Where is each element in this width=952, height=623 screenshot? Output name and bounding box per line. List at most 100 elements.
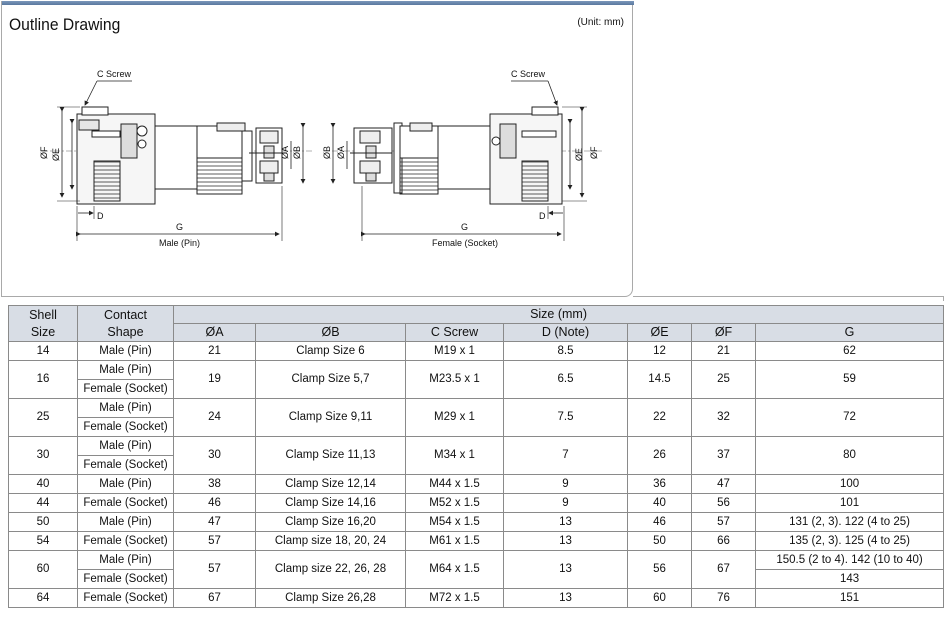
table-row: 30 Male (Pin) 30 Clamp Size 11,13 M34 x 1 7 26…	[8, 436, 945, 475]
table-row: 25 Male (Pin) 24 Clamp Size 9,11 M29 x 1 7.5 2…	[8, 398, 945, 437]
size-f-cell: 56	[691, 493, 756, 513]
header-shell-size: Shell Size	[8, 305, 78, 342]
male-phi-e-label: ØE	[51, 148, 61, 161]
size-b-cell: Clamp Size 9,11	[255, 398, 406, 437]
header-phi-e: ØE	[627, 323, 692, 342]
size-d-cell: 13	[503, 531, 628, 551]
male-g-label: G	[176, 222, 183, 232]
size-d-cell: 8.5	[503, 341, 628, 361]
size-g-cell: 100	[754, 474, 945, 494]
table-row: 64 Female (Socket) 67 Clamp Size 26,28 M72 x…	[8, 588, 945, 608]
size-e-cell: 40	[627, 493, 692, 513]
header-phi-b: ØB	[255, 323, 406, 342]
table-header: Shell Size Contact Shape Size (mm) ØA ØB C…	[8, 305, 945, 342]
shell-size-cell: 14	[8, 341, 78, 361]
size-c-cell: M29 x 1	[405, 398, 504, 437]
size-e-cell: 50	[627, 531, 692, 551]
header-phi-f: ØF	[691, 323, 756, 342]
female-caption: Female (Socket)	[432, 238, 498, 248]
size-c-cell: M23.5 x 1	[405, 360, 504, 399]
size-a-cell: 47	[173, 512, 256, 532]
shell-size-cell: 60	[8, 550, 78, 589]
size-b-cell: Clamp Size 16,20	[255, 512, 406, 532]
contact-shape-cell: Female (Socket)	[77, 417, 174, 437]
size-f-cell: 47	[691, 474, 756, 494]
header-phi-a: ØA	[173, 323, 256, 342]
size-g-cell: 62	[754, 341, 945, 361]
male-connector-figure	[42, 106, 312, 205]
contact-shape-cell: Female (Socket)	[77, 455, 174, 475]
table-row: 60 Male (Pin) 57 Clamp size 22, 26, 28 M64 x…	[8, 550, 945, 589]
female-phi-e-label: ØE	[574, 148, 584, 161]
size-b-cell: Clamp Size 14,16	[255, 493, 406, 513]
size-f-cell: 21	[691, 341, 756, 361]
shell-size-cell: 16	[8, 360, 78, 399]
size-f-cell: 76	[691, 588, 756, 608]
section-divider-edge	[943, 296, 944, 301]
size-e-cell: 36	[627, 474, 692, 494]
size-a-cell: 21	[173, 341, 256, 361]
size-c-cell: M54 x 1.5	[405, 512, 504, 532]
size-e-cell: 46	[627, 512, 692, 532]
male-phi-a-label: ØA	[280, 146, 290, 159]
size-c-cell: M61 x 1.5	[405, 531, 504, 551]
table-row: 14 Male (Pin) 21 Clamp Size 6 M19 x 1 8.5 12 21…	[8, 341, 945, 361]
contact-shape-cell: Male (Pin)	[77, 550, 174, 570]
size-a-cell: 30	[173, 436, 256, 475]
size-a-cell: 19	[173, 360, 256, 399]
shell-size-cell: 50	[8, 512, 78, 532]
shell-size-cell: 54	[8, 531, 78, 551]
size-a-cell: 67	[173, 588, 256, 608]
size-f-cell: 25	[691, 360, 756, 399]
size-c-cell: M34 x 1	[405, 436, 504, 475]
size-d-cell: 7	[503, 436, 628, 475]
size-c-cell: M52 x 1.5	[405, 493, 504, 513]
size-f-cell: 37	[691, 436, 756, 475]
outline-drawing-panel: Outline Drawing (Unit: mm) C Screw ØF ØE…	[1, 1, 634, 297]
size-e-cell: 12	[627, 341, 692, 361]
shell-size-cell: 44	[8, 493, 78, 513]
size-b-cell: Clamp size 22, 26, 28	[255, 550, 406, 589]
size-c-cell: M44 x 1.5	[405, 474, 504, 494]
table-row: 44 Female (Socket) 46 Clamp Size 14,16 M52 x…	[8, 493, 945, 513]
size-g-cell: 135 (2, 3). 125 (4 to 25)	[754, 531, 945, 551]
size-f-cell: 67	[691, 550, 756, 589]
male-d-label: D	[97, 211, 104, 221]
header-size-group: Size (mm)	[172, 305, 945, 324]
size-d-cell: 6.5	[503, 360, 628, 399]
size-b-cell: Clamp Size 11,13	[255, 436, 406, 475]
size-f-cell: 32	[691, 398, 756, 437]
female-phi-b-label: ØB	[322, 146, 332, 159]
table-row: 54 Female (Socket) 57 Clamp size 18, 20, 24…	[8, 531, 945, 551]
male-phi-f-label: ØF	[39, 146, 49, 159]
contact-shape-cell: Male (Pin)	[77, 398, 174, 418]
female-connector-figure	[332, 106, 602, 205]
contact-shape-cell: Male (Pin)	[77, 474, 174, 494]
contact-shape-cell: Male (Pin)	[77, 436, 174, 456]
size-b-cell: Clamp Size 6	[255, 341, 406, 361]
contact-shape-cell: Male (Pin)	[77, 512, 174, 532]
size-f-cell: 57	[691, 512, 756, 532]
size-d-cell: 13	[503, 588, 628, 608]
size-f-cell: 66	[691, 531, 756, 551]
size-d-cell: 7.5	[503, 398, 628, 437]
size-d-cell: 9	[503, 474, 628, 494]
contact-shape-cell: Male (Pin)	[77, 360, 174, 380]
shell-size-cell: 64	[8, 588, 78, 608]
size-e-cell: 60	[627, 588, 692, 608]
contact-shape-cell: Female (Socket)	[77, 569, 174, 589]
shell-size-cell: 40	[8, 474, 78, 494]
size-a-cell: 38	[173, 474, 256, 494]
size-a-cell: 57	[173, 550, 256, 589]
size-d-cell: 13	[503, 512, 628, 532]
size-g-cell: 59	[754, 360, 945, 399]
header-c-screw: C Screw	[405, 323, 504, 342]
header-contact-shape: Contact Shape	[77, 305, 174, 342]
female-phi-a-label: ØA	[336, 146, 346, 159]
connector-drawing: C Screw ØF ØE ØB ØA D G Male (Pin) C Scr…	[39, 69, 602, 248]
table-body: 14 Male (Pin) 21 Clamp Size 6 M19 x 1 8.5 12 21…	[8, 341, 945, 608]
table-row: 40 Male (Pin) 38 Clamp Size 12,14 M44 x 1.5 9…	[8, 474, 945, 494]
size-g-cell: 101	[754, 493, 945, 513]
size-e-cell: 22	[627, 398, 692, 437]
size-c-cell: M72 x 1.5	[405, 588, 504, 608]
